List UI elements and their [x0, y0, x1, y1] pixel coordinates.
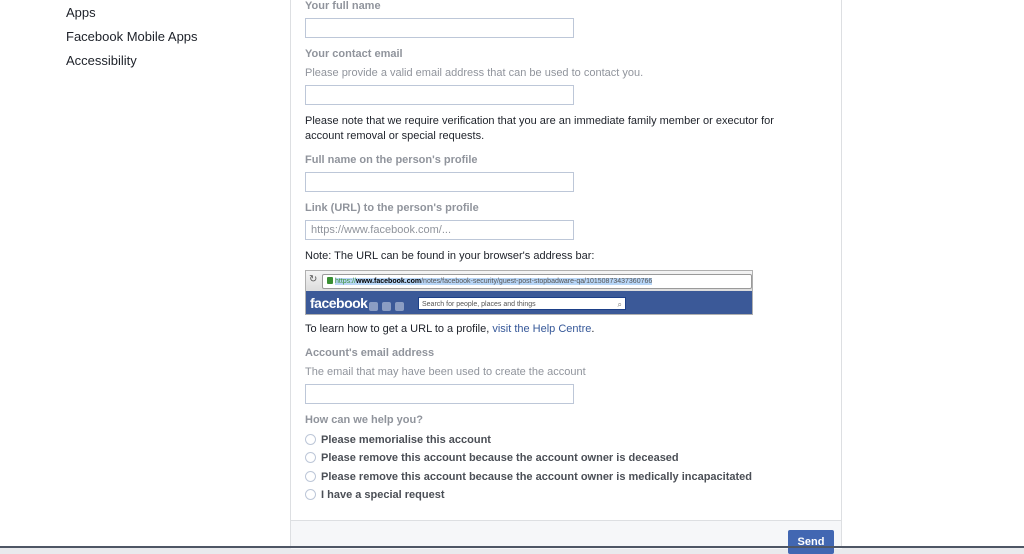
help-centre-link[interactable]: visit the Help Centre — [492, 323, 591, 335]
radio-button[interactable] — [305, 471, 316, 482]
send-button[interactable]: Send — [788, 530, 834, 554]
nav-link-accessibility[interactable]: Accessibility — [66, 53, 198, 69]
option-label: Please remove this account because the a… — [321, 471, 752, 483]
profile-url-input[interactable] — [305, 220, 574, 240]
facebook-header-bar: facebook Search for people, places and t… — [306, 291, 752, 314]
nav-link-facebook-mobile-apps[interactable]: Facebook Mobile Apps — [66, 29, 198, 45]
browser-address-bar-example: ↻ https://www.facebook.com/notes/faceboo… — [305, 270, 753, 315]
contact-email-help: Please provide a valid email address tha… — [305, 67, 644, 79]
left-nav: Apps Facebook Mobile Apps Accessibility — [66, 5, 198, 77]
account-email-input[interactable] — [305, 384, 574, 404]
url-note: Note: The URL can be found in your brows… — [305, 250, 595, 262]
option-label: Please memorialise this account — [321, 434, 491, 446]
option-remove-incapacitated[interactable]: Please remove this account because the a… — [305, 471, 752, 487]
lock-icon — [327, 277, 333, 284]
profile-name-input[interactable] — [305, 172, 574, 192]
friends-icon — [369, 302, 378, 311]
account-email-label: Account's email address — [305, 347, 435, 359]
help-centre-prefix: To learn how to get a URL to a profile, — [305, 323, 490, 335]
form-footer: Send — [291, 520, 842, 554]
left-column: Apps Facebook Mobile Apps Accessibility — [0, 0, 290, 548]
profile-url-label: Link (URL) to the person's profile — [305, 202, 479, 214]
radio-button[interactable] — [305, 452, 316, 463]
account-email-help: The email that may have been used to cre… — [305, 366, 586, 378]
option-label: Please remove this account because the a… — [321, 452, 679, 464]
radio-button[interactable] — [305, 434, 316, 445]
facebook-search-box: Search for people, places and things ⌕ — [418, 297, 626, 310]
nav-link-apps[interactable]: Apps — [66, 5, 198, 21]
help-centre-suffix: . — [591, 323, 595, 335]
contact-email-label: Your contact email — [305, 48, 403, 60]
help-centre-text: To learn how to get a URL to a profile, … — [305, 322, 594, 337]
radio-button[interactable] — [305, 489, 316, 500]
reload-icon: ↻ — [309, 274, 318, 285]
your-full-name-input[interactable] — [305, 18, 574, 38]
form-panel: Your full name Your contact email Please… — [290, 0, 842, 554]
option-special-request[interactable]: I have a special request — [305, 489, 445, 505]
option-label: I have a special request — [321, 489, 445, 501]
globe-icon — [395, 302, 404, 311]
right-column — [841, 0, 1024, 548]
url-scheme: https:// — [335, 278, 357, 285]
notification-icons — [369, 298, 408, 314]
url-path: /notes/facebook-security/guest-post-stop… — [421, 278, 653, 285]
profile-name-label: Full name on the person's profile — [305, 154, 478, 166]
option-memorialise[interactable]: Please memorialise this account — [305, 434, 491, 450]
url-domain: www.facebook.com — [356, 278, 422, 285]
your-full-name-label: Your full name — [305, 0, 381, 12]
search-placeholder: Search for people, places and things — [422, 301, 536, 308]
messages-icon — [382, 302, 391, 311]
search-icon: ⌕ — [617, 300, 622, 309]
help-question-label: How can we help you? — [305, 414, 423, 426]
option-remove-deceased[interactable]: Please remove this account because the a… — [305, 452, 679, 468]
verification-note: Please note that we require verification… — [305, 115, 774, 142]
contact-email-input[interactable] — [305, 85, 574, 105]
browser-toolbar: ↻ https://www.facebook.com/notes/faceboo… — [306, 271, 752, 291]
address-bar: https://www.facebook.com/notes/facebook-… — [322, 274, 752, 289]
facebook-logo: facebook — [310, 295, 368, 311]
